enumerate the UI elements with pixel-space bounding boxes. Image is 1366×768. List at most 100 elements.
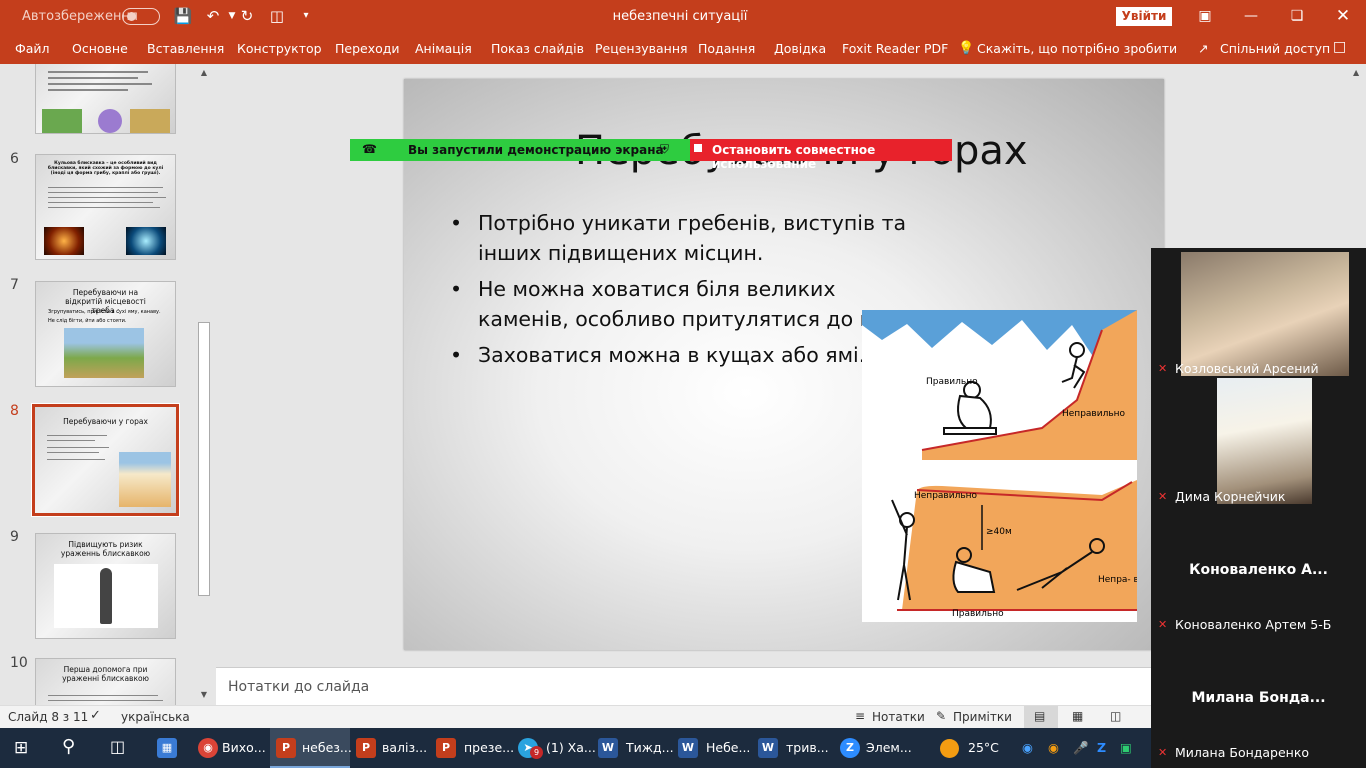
tab-transitions[interactable]: Переходи [335, 41, 400, 56]
tell-me-search[interactable]: Скажіть, що потрібно зробити [977, 41, 1177, 56]
tray-app-icon[interactable]: ▣ [1120, 740, 1132, 755]
taskbar-telegram[interactable]: ➤ 9 (1) Ха... [512, 728, 596, 768]
screen-share-banner: ☎ Вы запустили демонстрацию экрана ⛨ [350, 139, 690, 161]
comments-icon[interactable]: □ [1333, 39, 1346, 55]
tab-home[interactable]: Основне [72, 41, 128, 56]
slide-number: 6 [10, 151, 19, 167]
comment-icon[interactable]: ✎ [936, 709, 946, 723]
temperature[interactable]: 25°C [968, 740, 999, 755]
word-icon: W [598, 738, 618, 758]
slide-number: 7 [10, 277, 19, 293]
tab-design[interactable]: Конструктор [237, 41, 322, 56]
reading-view-icon[interactable]: ◫ [1110, 709, 1121, 723]
mountain-illustration-svg: Правильно Неправильно Неправильно ≥40м Н… [862, 310, 1137, 622]
tab-foxit[interactable]: Foxit Reader PDF [842, 41, 948, 56]
powerpoint-icon: P [356, 738, 376, 758]
redo-icon[interactable]: ↻ [237, 6, 257, 26]
calculator-icon[interactable]: ▦ [157, 738, 177, 758]
tab-help[interactable]: Довідка [774, 41, 826, 56]
slide-counter: Слайд 8 з 11 [8, 710, 89, 724]
slide-thumbnail-10[interactable]: Перша допомога при ураженні блискавкою [35, 658, 176, 705]
taskbar-word-2[interactable]: W Небе... [674, 728, 752, 768]
stop-sharing-label: Остановить совместное использование [712, 143, 876, 171]
task-view-icon[interactable]: ◫ [110, 737, 125, 756]
slide-thumbnail-8[interactable]: Перебуваючи у горах [31, 403, 180, 517]
slide-number: 8 [10, 403, 19, 419]
ribbon-display-options-icon[interactable]: ▣ [1182, 0, 1228, 34]
spellcheck-icon[interactable]: ✓ [90, 708, 101, 723]
label-wrong-3: Непра- вильно [1098, 575, 1137, 585]
word-icon: W [758, 738, 778, 758]
scroll-up-icon[interactable]: ▲ [198, 68, 210, 80]
stop-sharing-button[interactable]: Остановить совместное использование [690, 139, 952, 171]
tray-app-icon[interactable]: ◉ [1048, 740, 1059, 755]
participant-video-1[interactable] [1181, 252, 1349, 376]
close-icon[interactable]: ✕ [1320, 0, 1366, 34]
restore-icon[interactable]: ❏ [1274, 0, 1320, 34]
save-icon[interactable]: 💾 [173, 6, 193, 26]
taskbar-word-1[interactable]: W Тижд... [594, 728, 674, 768]
sign-in-button[interactable]: Увійти [1116, 7, 1172, 26]
lightbulb-icon: 💡 [958, 41, 975, 56]
language-indicator[interactable]: українська [121, 710, 190, 724]
taskbar-powerpoint-2[interactable]: P валіз... [352, 728, 430, 768]
taskbar-word-3[interactable]: W трив... [754, 728, 834, 768]
stop-icon [694, 144, 702, 152]
tab-review[interactable]: Рецензування [595, 41, 688, 56]
participant-display-name[interactable]: Милана Бонда... [1151, 690, 1366, 706]
slide-thumbnail-5[interactable] [35, 64, 176, 134]
customize-quick-access-icon[interactable]: ▾ [296, 6, 316, 26]
taskbar-powerpoint-1[interactable]: P небез... [270, 728, 352, 768]
tab-animations[interactable]: Анімація [415, 41, 472, 56]
notes-toggle[interactable]: Нотатки [872, 710, 925, 724]
notification-badge: 9 [530, 746, 543, 759]
slide-bullet-list[interactable]: Потрібно уникати гребенів, виступів та і… [450, 208, 930, 376]
slide-sorter-icon[interactable]: ▦ [1072, 709, 1083, 723]
label-height: ≥40м [986, 527, 1012, 537]
minimize-icon[interactable]: — [1228, 0, 1274, 34]
scroll-up-icon[interactable]: ▲ [1353, 68, 1359, 77]
notes-icon[interactable]: ≡ [855, 709, 865, 723]
tray-zoom-icon[interactable]: Z [1097, 740, 1106, 755]
participant-video-2[interactable] [1217, 378, 1312, 504]
mic-muted-icon: ✕ [1158, 618, 1168, 631]
slide-thumbnail-9[interactable]: Підвищують ризик ураженнь блискавкою [35, 533, 176, 639]
tab-slideshow[interactable]: Показ слайдів [491, 41, 584, 56]
slide-thumbnail-7[interactable]: Перебуваючи на відкритій місцевості треб… [35, 281, 176, 387]
bullet-item: Потрібно уникати гребенів, виступів та і… [450, 208, 930, 268]
share-button[interactable]: Спільний доступ [1220, 41, 1330, 56]
participant-name: Милана Бондаренко [1175, 745, 1310, 760]
tray-chrome-icon[interactable]: ◉ [1022, 740, 1033, 755]
participant-name: Коноваленко Артем 5-Б [1175, 617, 1332, 632]
mountain-safety-illustration[interactable]: Правильно Неправильно Неправильно ≥40м Н… [862, 310, 1137, 622]
notes-placeholder: Нотатки до слайда [228, 679, 370, 695]
label-wrong-2: Неправильно [914, 491, 978, 501]
microphone-icon[interactable]: 🎤 [1073, 740, 1089, 756]
tab-view[interactable]: Подання [698, 41, 755, 56]
windows-start-icon[interactable]: ⊞ [14, 738, 28, 758]
comments-toggle[interactable]: Примітки [953, 710, 1012, 724]
tab-insert[interactable]: Вставлення [147, 41, 224, 56]
taskbar-chrome[interactable]: ◉ Вихо... [192, 728, 268, 768]
autosave-label: Автозбереження [22, 9, 138, 24]
slide-thumbnail-pane: 6 Кульова блискавка – це особливий вид б… [0, 64, 216, 705]
chrome-icon: ◉ [198, 738, 218, 758]
participant-name: Козловський Арсений [1175, 361, 1319, 376]
taskbar-powerpoint-3[interactable]: P презе... [432, 728, 514, 768]
powerpoint-icon: P [276, 738, 296, 758]
scroll-down-icon[interactable]: ▼ [198, 690, 210, 702]
title-bar: Автозбереження 💾 ↶ ▼ ↻ ◫ ▾ небезпечні си… [0, 0, 1366, 34]
slide-thumbnail-6[interactable]: Кульова блискавка – це особливий вид бли… [35, 154, 176, 260]
participant-display-name[interactable]: Коноваленко А... [1151, 562, 1366, 578]
undo-icon[interactable]: ↶ [203, 6, 223, 26]
label-correct: Правильно [926, 377, 978, 387]
tab-file[interactable]: Файл [15, 41, 50, 56]
autosave-toggle[interactable] [122, 8, 160, 25]
taskbar-zoom[interactable]: Z Элем... [836, 728, 916, 768]
scrollbar-thumb[interactable] [198, 322, 210, 596]
weather-sun-icon[interactable] [940, 739, 959, 758]
present-from-start-icon[interactable]: ◫ [267, 6, 287, 26]
slide-number: 9 [10, 529, 19, 545]
mic-muted-icon: ✕ [1158, 490, 1168, 503]
search-icon[interactable]: ⚲ [62, 736, 75, 757]
